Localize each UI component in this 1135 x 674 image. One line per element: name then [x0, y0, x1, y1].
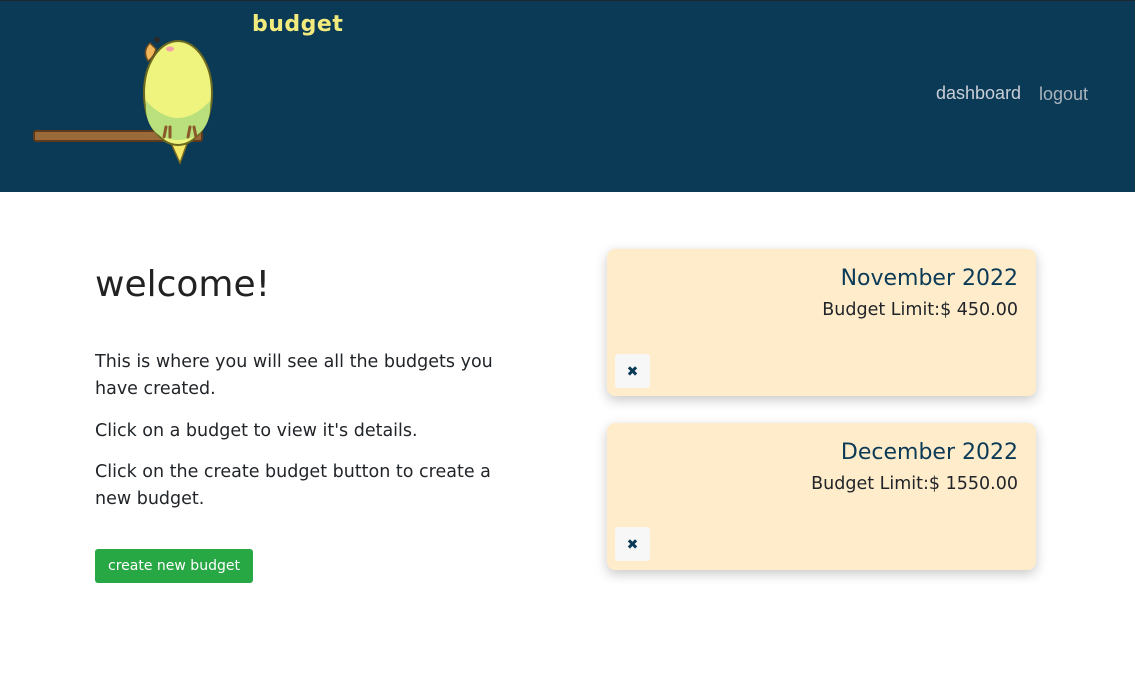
intro-paragraph: Click on the create budget button to cre…: [95, 462, 491, 509]
delete-budget-button[interactable]: ✖: [615, 354, 650, 388]
delete-budget-button[interactable]: ✖: [615, 527, 650, 561]
budget-card[interactable]: November 2022 Budget Limit:$ 450.00 ✖: [607, 249, 1036, 396]
create-budget-button[interactable]: create new budget: [95, 549, 253, 583]
budget-card[interactable]: December 2022 Budget Limit:$ 1550.00 ✖: [607, 423, 1036, 570]
close-icon: ✖: [626, 535, 639, 552]
header: budget dashboard logout: [0, 0, 1135, 192]
nav-link-dashboard[interactable]: dashboard: [936, 83, 1021, 104]
close-icon: ✖: [626, 362, 639, 379]
budget-limit: Budget Limit:$ 450.00: [822, 300, 1018, 320]
app-title: budget: [252, 12, 344, 37]
intro-paragraph: Click on a budget to view it's details.: [95, 421, 418, 441]
intro-paragraph: This is where you will see all the budge…: [95, 352, 493, 399]
parakeet-logo-icon: [33, 37, 213, 165]
budget-title: November 2022: [840, 266, 1018, 291]
budget-limit: Budget Limit:$ 1550.00: [811, 474, 1018, 494]
page-title: welcome!: [95, 264, 271, 305]
budget-title: December 2022: [840, 440, 1018, 465]
nav-link-logout[interactable]: logout: [1039, 84, 1088, 105]
